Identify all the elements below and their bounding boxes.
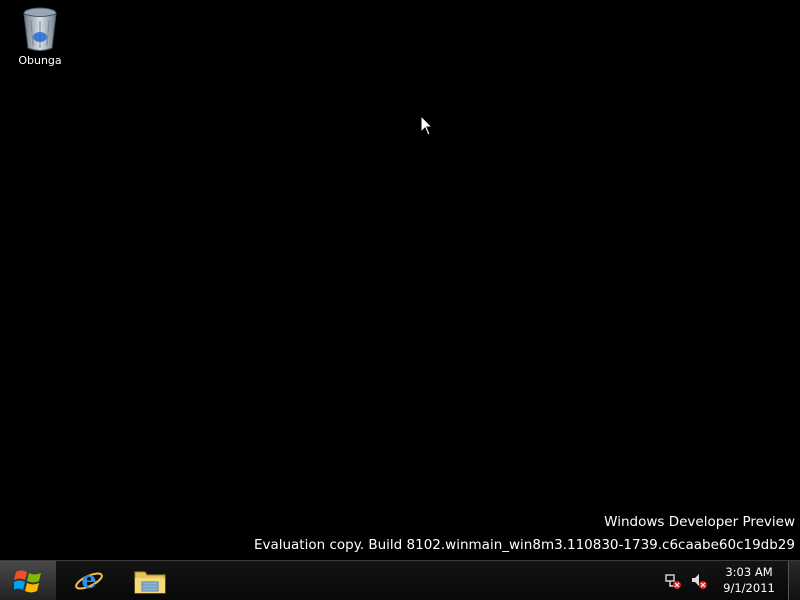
clock-date: 9/1/2011 — [723, 581, 775, 595]
desktop[interactable]: Obunga Windows Developer Preview Evaluat… — [0, 0, 800, 600]
internet-explorer-icon: e — [75, 566, 103, 594]
volume-muted-icon — [692, 573, 707, 589]
windows-logo-icon — [14, 570, 41, 592]
notification-area — [660, 561, 712, 600]
taskbar: e 3:03 AM 9/1/2011 — [0, 560, 800, 600]
taskbar-clock[interactable]: 3:03 AM 9/1/2011 — [716, 564, 782, 596]
start-button[interactable] — [0, 561, 56, 600]
network-disconnected-icon — [665, 573, 681, 589]
clock-time: 3:03 AM — [725, 565, 773, 579]
volume-tray-button[interactable] — [689, 571, 709, 591]
network-tray-button[interactable] — [663, 571, 683, 591]
svg-text:e: e — [81, 566, 96, 594]
mouse-pointer-icon — [420, 115, 434, 136]
desktop-icon-recycle-bin[interactable]: Obunga — [10, 6, 70, 76]
watermark-title: Windows Developer Preview — [604, 514, 795, 530]
evaluation-watermark: Windows Developer Preview Evaluation cop… — [254, 511, 795, 557]
taskbar-windows-explorer[interactable] — [121, 561, 179, 600]
taskbar-internet-explorer[interactable]: e — [60, 561, 118, 600]
folder-icon — [134, 571, 166, 593]
desktop-icon-label: Obunga — [18, 54, 62, 67]
show-desktop-button[interactable] — [788, 561, 800, 600]
recycle-bin-icon — [23, 7, 57, 51]
watermark-build: Evaluation copy. Build 8102.winmain_win8… — [253, 537, 795, 553]
